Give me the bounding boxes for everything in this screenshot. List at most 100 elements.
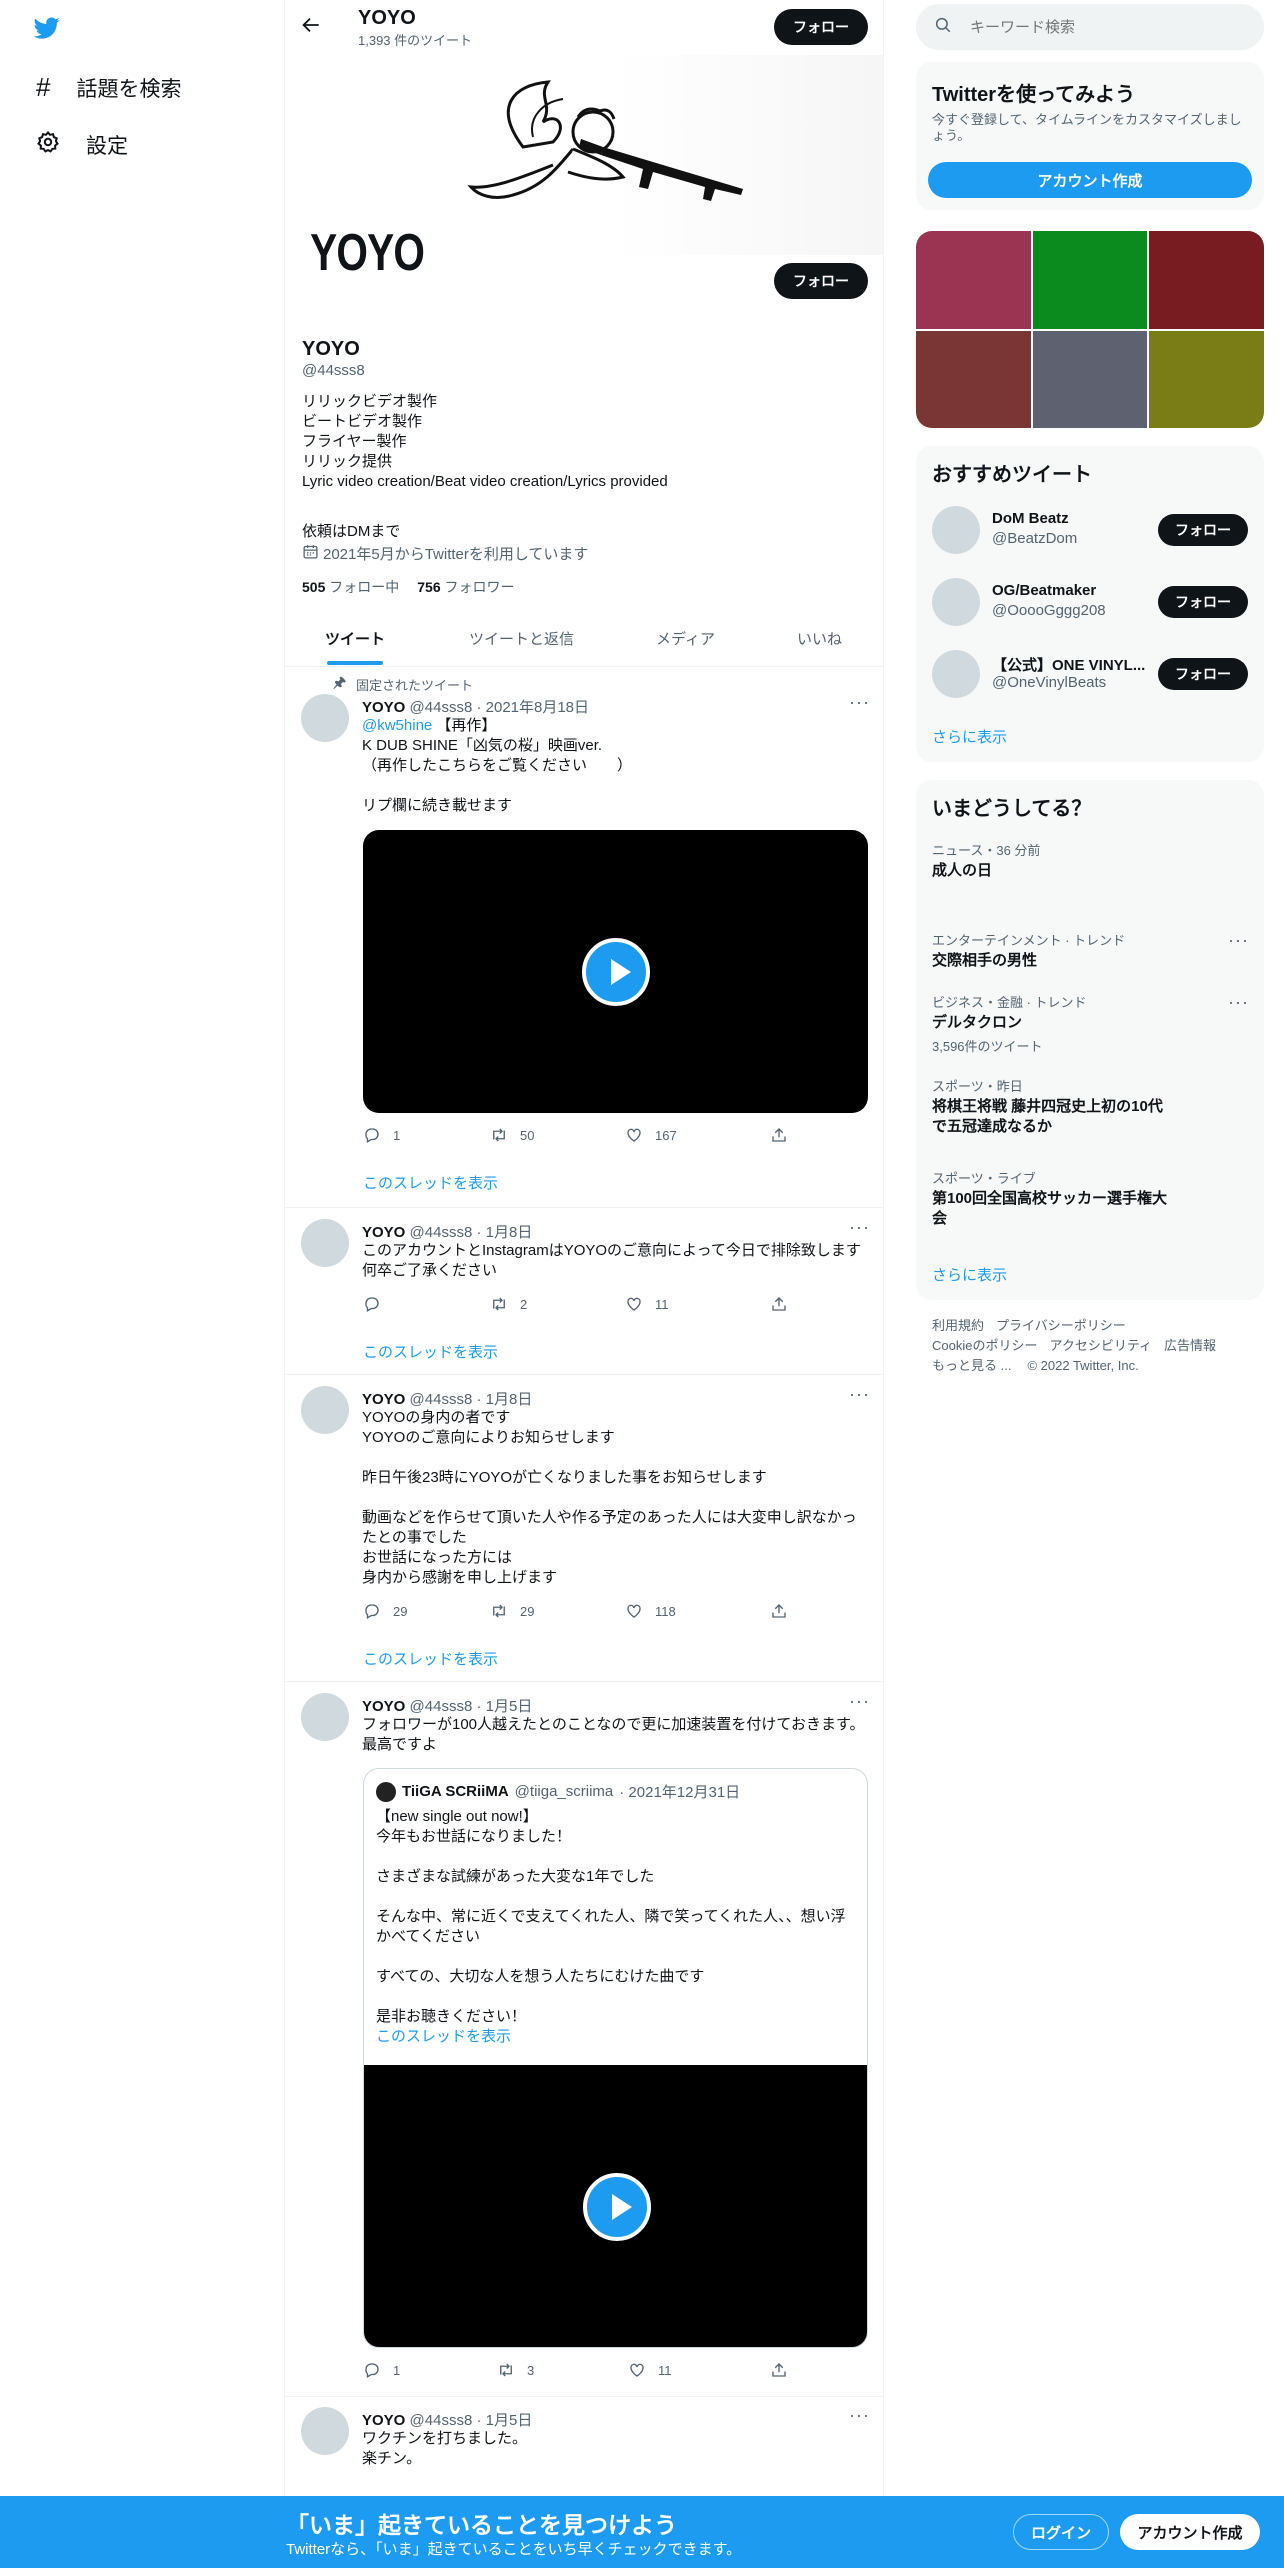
play-button-icon[interactable] [581, 937, 650, 1006]
reply-button[interactable]: 1 [363, 1126, 400, 1144]
show-thread-link[interactable]: このスレッドを表示 [363, 1341, 498, 1362]
more-options-icon[interactable]: ··· [849, 1691, 870, 1712]
profile-avatar[interactable]: YOYO [299, 170, 435, 306]
media-thumbnail[interactable] [916, 231, 1031, 329]
pinned-label: 固定されたツイート [355, 677, 473, 693]
like-button[interactable]: 118 [625, 1602, 676, 1620]
twitter-logo-icon[interactable] [32, 15, 62, 46]
trend-more-icon[interactable]: ··· [1228, 992, 1249, 1013]
suggested-avatar[interactable] [932, 650, 980, 698]
quoted-video[interactable] [364, 2065, 867, 2347]
like-button[interactable]: 167 [625, 1126, 677, 1144]
search-box[interactable] [916, 4, 1264, 50]
nav-settings[interactable]: 設定 [36, 130, 128, 160]
show-thread-link[interactable]: このスレッドを表示 [363, 1172, 498, 1193]
trend-item[interactable]: スポーツ・昨日 将棋王将戦 藤井四冠史上初の10代 で五冠達成なるか [932, 1076, 1163, 1137]
media-thumbnail[interactable] [916, 330, 1031, 428]
reply-button[interactable]: 1 [363, 2361, 400, 2379]
media-thumbnail[interactable] [1032, 330, 1148, 428]
footer-more-link[interactable]: もっと見る ... [932, 1356, 1011, 1376]
tab-tweets[interactable]: ツイート [325, 628, 385, 649]
tweet-author-name[interactable]: YOYO [362, 699, 405, 716]
tweet-avatar[interactable] [301, 2407, 349, 2455]
tweet-avatar[interactable] [301, 1386, 349, 1434]
signup-card-title: Twitterを使ってみよう [932, 84, 1136, 106]
tweet-date[interactable]: · 1月8日 [476, 1224, 532, 1241]
profile-follow-button[interactable]: フォロー [774, 263, 868, 299]
more-options-icon[interactable]: ··· [849, 692, 870, 713]
share-button[interactable] [770, 1126, 788, 1144]
tweet-date[interactable]: · 1月5日 [476, 2412, 532, 2429]
like-button[interactable]: 11 [625, 1295, 669, 1313]
share-icon [772, 2363, 786, 2377]
tweet-avatar[interactable] [301, 694, 349, 742]
header-follow-button[interactable]: フォロー [774, 9, 868, 45]
trends-more-link[interactable]: さらに表示 [932, 1264, 1007, 1285]
footer-link-ads[interactable]: 広告情報 [1164, 1336, 1216, 1356]
show-thread-link[interactable]: このスレッドを表示 [363, 1648, 498, 1669]
tweet-mention[interactable]: @kw5hine [362, 717, 432, 734]
tab-likes[interactable]: いいね [797, 628, 842, 649]
tweet-date[interactable]: · 2021年8月18日 [476, 699, 589, 716]
suggested-name[interactable]: OG/Beatmaker [992, 582, 1096, 599]
media-thumbnail[interactable] [1149, 231, 1264, 329]
suggested-name[interactable]: DoM Beatz [992, 510, 1069, 527]
quoted-tweet[interactable]: TiiGA SCRiiMA @tiiga_scriima · 2021年12月3… [363, 1768, 868, 2348]
tweet-date[interactable]: · 1月8日 [476, 1391, 532, 1408]
share-button[interactable] [770, 1295, 788, 1313]
login-button[interactable]: ログイン [1013, 2514, 1109, 2550]
tweet-author-name[interactable]: YOYO [362, 1698, 405, 1715]
tweet-author-name[interactable]: YOYO [362, 2412, 405, 2429]
retweet-button[interactable]: 3 [497, 2361, 534, 2379]
nav-explore[interactable]: # 話題を検索 [36, 72, 181, 103]
trend-more-icon[interactable]: ··· [1228, 930, 1249, 951]
quoted-show-thread-link[interactable]: このスレッドを表示 [376, 2027, 856, 2047]
retweet-button[interactable]: 50 [490, 1126, 534, 1144]
footer-link-cookies[interactable]: Cookieのポリシー [932, 1336, 1037, 1356]
create-account-button[interactable]: アカウント作成 [928, 162, 1252, 198]
signup-button[interactable]: アカウント作成 [1120, 2514, 1260, 2550]
tweet-author-name[interactable]: YOYO [362, 1224, 405, 1241]
tweet-video[interactable] [363, 830, 868, 1113]
tweet-avatar[interactable] [301, 1693, 349, 1741]
tweet-date[interactable]: · 1月5日 [476, 1698, 532, 1715]
like-button[interactable]: 11 [628, 2361, 672, 2379]
footer-link-terms[interactable]: 利用規約 [932, 1316, 984, 1336]
share-button[interactable] [770, 1602, 788, 1620]
tweet-author-name[interactable]: YOYO [362, 1391, 405, 1408]
media-thumbnail[interactable] [1032, 231, 1148, 329]
followers-link[interactable]: 756 フォロワー [417, 577, 514, 597]
search-input[interactable] [970, 18, 1230, 36]
trend-item[interactable]: スポーツ・ライブ 第100回全国高校サッカー選手権大 会 [932, 1168, 1167, 1229]
tab-media[interactable]: メディア [656, 628, 715, 649]
tweet-line: このアカウントとInstagramはYOYOのご意向によって今日で排除致します [362, 1242, 861, 1259]
more-options-icon[interactable]: ··· [849, 2405, 870, 2426]
trend-item[interactable]: エンターテインメント · トレンド 交際相手の男性 [932, 930, 1125, 971]
suggested-name[interactable]: 【公式】ONE VINYL... [992, 654, 1145, 675]
retweet-button[interactable]: 29 [490, 1602, 534, 1620]
suggested-avatar[interactable] [932, 506, 980, 554]
tweet-avatar[interactable] [301, 1219, 349, 1267]
pin-icon: 🖈 [333, 674, 346, 690]
suggested-follow-button[interactable]: フォロー [1158, 658, 1248, 690]
footer-link-privacy[interactable]: プライバシーポリシー [996, 1316, 1126, 1336]
play-button-icon[interactable] [582, 2173, 651, 2241]
tab-tweets-and-replies[interactable]: ツイートと返信 [469, 628, 574, 649]
tweet-line: （再作したこちらをご覧ください ） [362, 757, 633, 774]
trend-item[interactable]: ニュース・36 分前 成人の日 [932, 840, 1040, 881]
share-button[interactable] [770, 2361, 788, 2379]
suggested-follow-button[interactable]: フォロー [1158, 514, 1248, 546]
more-options-icon[interactable]: ··· [849, 1384, 870, 1405]
reply-button[interactable]: 29 [363, 1602, 407, 1620]
back-arrow-icon[interactable] [299, 14, 321, 41]
following-link[interactable]: 505 フォロー中 [302, 577, 399, 597]
suggested-follow-button[interactable]: フォロー [1158, 586, 1248, 618]
trend-item[interactable]: ビジネス・金融 · トレンド デルタクロン 3,596件のツイート [932, 992, 1087, 1055]
retweet-button[interactable]: 2 [490, 1295, 527, 1313]
more-options-icon[interactable]: ··· [849, 1217, 870, 1238]
who-to-follow-more-link[interactable]: さらに表示 [932, 726, 1007, 747]
reply-button[interactable] [363, 1295, 393, 1313]
media-thumbnail[interactable] [1149, 330, 1264, 428]
suggested-avatar[interactable] [932, 578, 980, 626]
footer-link-accessibility[interactable]: アクセシビリティ [1049, 1336, 1152, 1356]
